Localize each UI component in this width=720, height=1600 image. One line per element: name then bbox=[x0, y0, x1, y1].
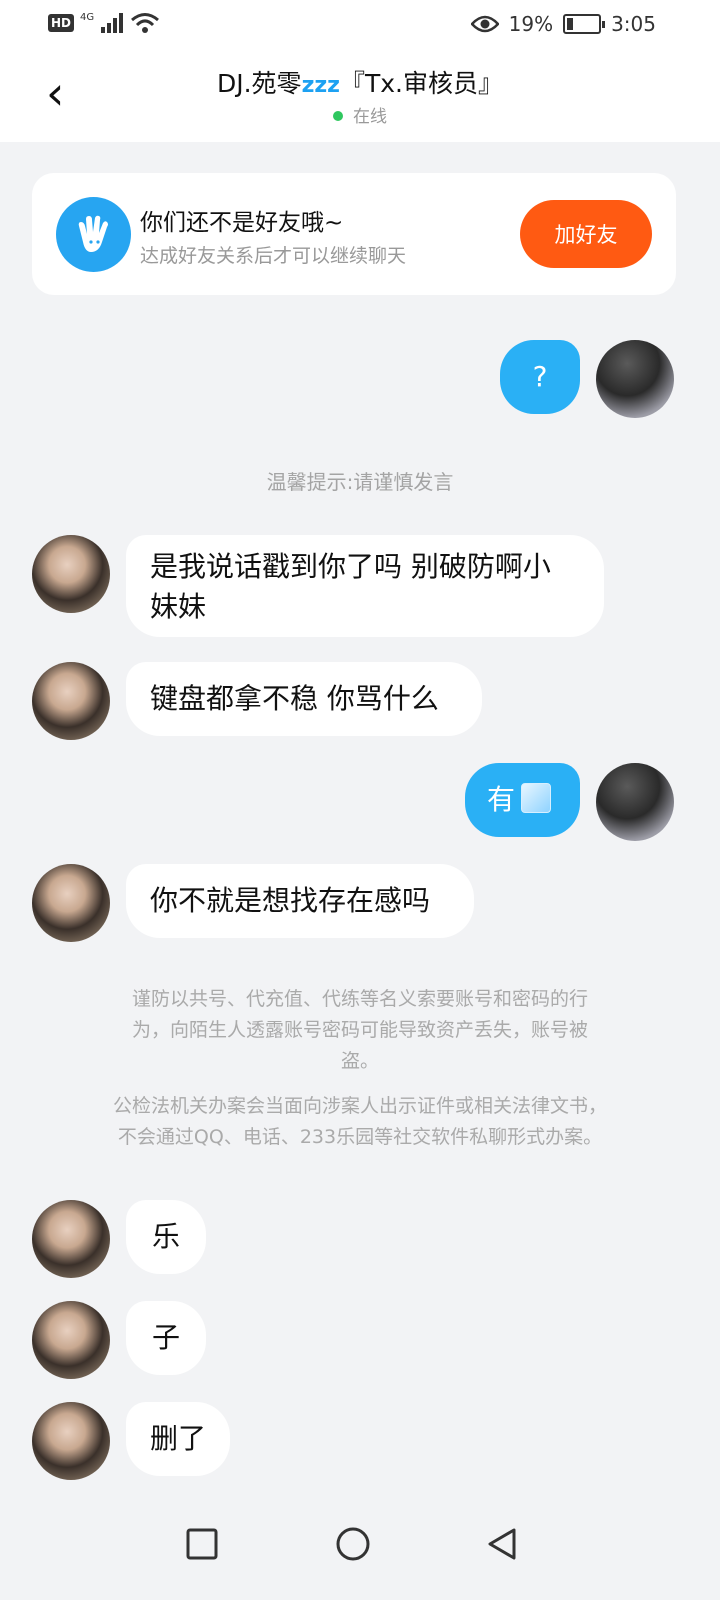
hand-wave-icon bbox=[56, 197, 131, 272]
home-button[interactable] bbox=[325, 1516, 381, 1572]
eye-icon bbox=[470, 15, 499, 33]
recent-apps-button[interactable] bbox=[174, 1516, 230, 1572]
security-notice: 谨防以共号、代充值、代练等名义索要账号和密码的行 为，向陌生人透露账号密码可能导… bbox=[60, 984, 660, 1153]
chat-title: DJ.苑零zzz『Tx.审核员』 bbox=[0, 64, 720, 100]
battery-level bbox=[567, 18, 573, 30]
my-avatar[interactable] bbox=[596, 763, 674, 841]
ice-cube-icon bbox=[521, 783, 552, 813]
status-bar: HD 4G 19% 3:05 bbox=[0, 0, 720, 50]
online-status: 在线 bbox=[0, 102, 720, 127]
add-friend-button[interactable]: 加好友 bbox=[520, 200, 652, 268]
message-text: 有 bbox=[487, 783, 516, 816]
status-left: HD 4G bbox=[48, 12, 160, 34]
message-text: ? bbox=[532, 360, 548, 393]
status-right: 19% 3:05 bbox=[470, 12, 656, 36]
message-bubble-me[interactable]: 有 bbox=[465, 763, 580, 837]
notice-line: 不会通过QQ、电话、233乐园等社交软件私聊形式办案。 bbox=[117, 1126, 603, 1148]
wifi-icon bbox=[131, 13, 160, 33]
triangle-back-icon bbox=[488, 1528, 516, 1560]
friend-card-subtitle: 达成好友关系后才可以继续聊天 bbox=[140, 245, 407, 267]
add-friend-card: 你们还不是好友哦~ 达成好友关系后才可以继续聊天 加好友 bbox=[32, 173, 676, 295]
circle-icon bbox=[336, 1527, 370, 1561]
contact-avatar[interactable] bbox=[32, 1200, 110, 1278]
message-text: 键盘都拿不稳 你骂什么 bbox=[150, 682, 439, 715]
chat-header: ‹ DJ.苑零zzz『Tx.审核员』 在线 bbox=[0, 50, 720, 142]
message-text: 乐 bbox=[151, 1220, 180, 1253]
notice-line: 公检法机关办案会当面向涉案人出示证件或相关法律文书， bbox=[112, 1095, 607, 1117]
message-text: 子 bbox=[151, 1321, 180, 1354]
warm-tip: 温馨提示:请谨慎发言 bbox=[266, 470, 454, 494]
battery-icon bbox=[563, 14, 606, 34]
message-text: 删了 bbox=[149, 1422, 206, 1455]
online-label: 在线 bbox=[353, 107, 387, 127]
contact-tag: 『Tx.审核员』 bbox=[339, 69, 503, 98]
battery-percent: 19% bbox=[508, 12, 554, 36]
notice-line: 盗。 bbox=[340, 1050, 379, 1072]
notice-line: 为，向陌生人透露账号密码可能导致资产丢失，账号被 bbox=[131, 1019, 588, 1041]
online-dot-icon bbox=[333, 111, 343, 121]
contact-avatar[interactable] bbox=[32, 1402, 110, 1480]
system-nav-bar bbox=[0, 1488, 720, 1600]
back-nav-button[interactable] bbox=[474, 1516, 530, 1572]
signal-icon bbox=[101, 13, 124, 33]
contact-avatar[interactable] bbox=[32, 1301, 110, 1379]
hd-badge: HD bbox=[48, 14, 75, 32]
contact-avatar[interactable] bbox=[32, 864, 110, 942]
message-bubble-me[interactable]: ? bbox=[500, 340, 580, 414]
contact-avatar[interactable] bbox=[32, 535, 110, 613]
message-bubble-other[interactable]: 键盘都拿不稳 你骂什么 bbox=[126, 662, 482, 736]
sleep-zzz-icon: zzz bbox=[301, 73, 340, 98]
clock: 3:05 bbox=[611, 12, 656, 36]
message-bubble-other[interactable]: 是我说话戳到你了吗 别破防啊小 妹妹 bbox=[126, 535, 604, 637]
contact-avatar[interactable] bbox=[32, 662, 110, 740]
message-text-line: 是我说话戳到你了吗 别破防啊小 bbox=[150, 550, 551, 583]
friend-card-title: 你们还不是好友哦~ bbox=[140, 210, 344, 236]
contact-name: DJ.苑零 bbox=[216, 69, 302, 98]
my-avatar[interactable] bbox=[596, 340, 674, 418]
notice-line: 谨防以共号、代充值、代练等名义索要账号和密码的行 bbox=[131, 988, 588, 1010]
message-bubble-other[interactable]: 删了 bbox=[126, 1402, 230, 1476]
network-type: 4G bbox=[80, 11, 95, 23]
message-text: 你不就是想找存在感吗 bbox=[150, 884, 431, 917]
message-bubble-other[interactable]: 你不就是想找存在感吗 bbox=[126, 864, 474, 938]
message-bubble-other[interactable]: 乐 bbox=[126, 1200, 206, 1274]
message-text-line: 妹妹 bbox=[150, 590, 207, 623]
message-bubble-other[interactable]: 子 bbox=[126, 1301, 206, 1375]
square-icon bbox=[186, 1528, 218, 1560]
